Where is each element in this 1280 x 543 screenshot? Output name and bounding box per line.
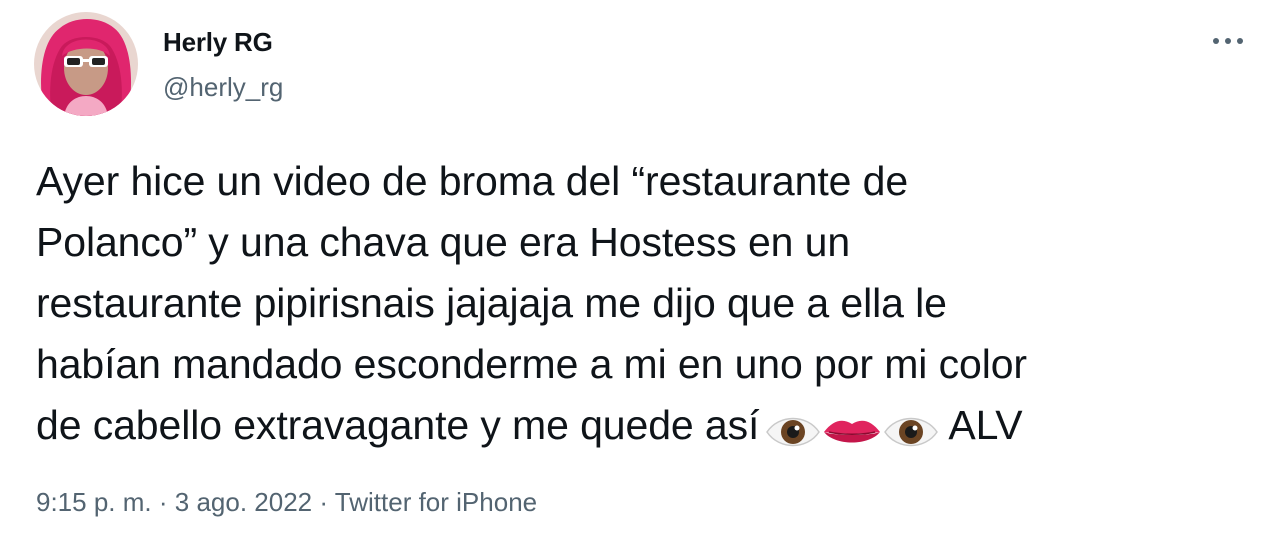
tweet-trailing-text: ALV <box>948 402 1023 448</box>
emoji-group <box>765 399 939 460</box>
tweet-timestamp-date[interactable]: 3 ago. 2022 <box>175 487 312 517</box>
tweet-line: restaurante pipirisnais jajajaja me dijo… <box>36 280 947 326</box>
eye-emoji-icon <box>766 418 821 447</box>
more-options-button[interactable] <box>1208 26 1248 56</box>
tweet-line: habían mandado esconderme a mi en uno po… <box>36 341 1027 387</box>
user-avatar-icon <box>34 12 138 116</box>
meta-separator: · <box>319 487 329 517</box>
author-display-name[interactable]: Herly RG <box>163 27 273 58</box>
eye-emoji-icon <box>884 418 939 447</box>
lips-emoji-icon <box>824 420 881 443</box>
tweet-line: Ayer hice un video de broma del “restaur… <box>36 158 909 204</box>
author-handle[interactable]: @herly_rg <box>163 72 283 103</box>
tweet-line: Polanco” y una chava que era Hostess en … <box>36 219 851 265</box>
tweet-text: Ayer hice un video de broma del “restaur… <box>36 151 1261 460</box>
tweet-line: de cabello extravagante y me quede así <box>36 402 760 448</box>
tweet-card: Herly RG @herly_rg Ayer hice un video de… <box>0 0 1280 543</box>
tweet-metadata: 9:15 p. m. · 3 ago. 2022 · Twitter for i… <box>36 487 537 518</box>
more-horizontal-icon <box>1213 38 1243 44</box>
meta-separator: · <box>158 487 168 517</box>
avatar[interactable] <box>34 12 138 116</box>
tweet-timestamp-time[interactable]: 9:15 p. m. <box>36 487 152 517</box>
tweet-source: Twitter for iPhone <box>334 487 538 517</box>
